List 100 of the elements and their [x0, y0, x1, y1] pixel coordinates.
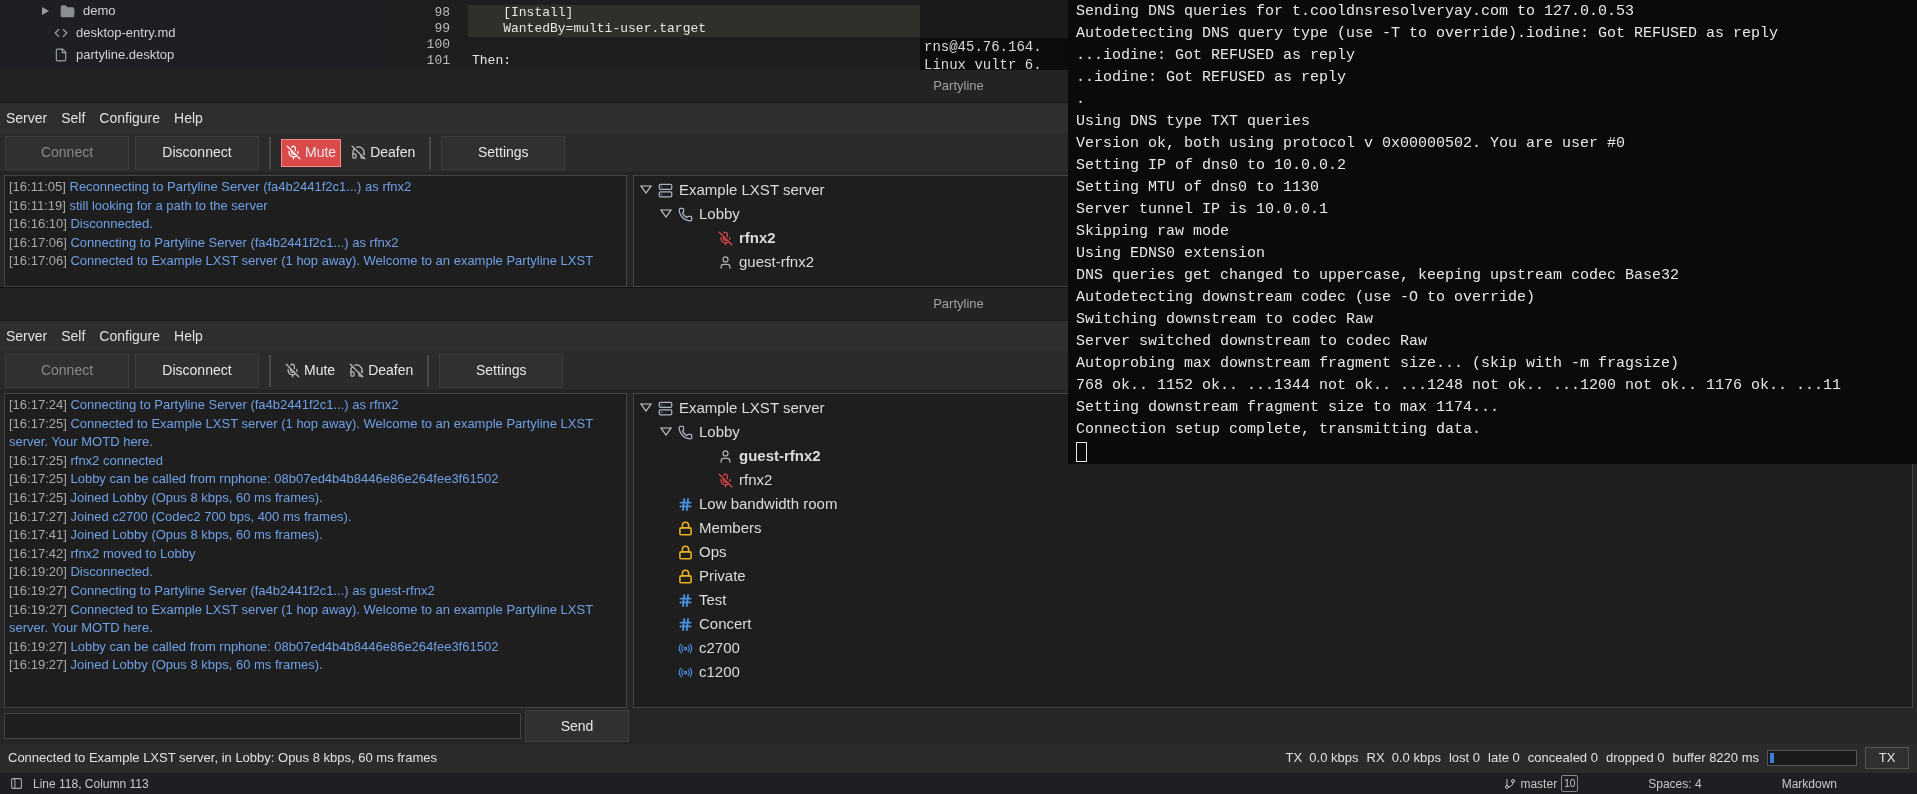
terminal-line: Setting IP of dns0 to 10.0.0.2	[1076, 156, 1348, 176]
tree-item[interactable]: Private	[699, 564, 746, 588]
cursor-position[interactable]: Line 118, Column 113	[33, 774, 1495, 793]
stat-text: late 0	[1488, 749, 1520, 768]
tree-item[interactable]: Ops	[699, 540, 727, 564]
tree-item[interactable]: rfnx2	[739, 468, 773, 492]
language-mode[interactable]: Markdown	[1781, 774, 1837, 793]
terminal-line: Connection setup complete, transmitting data.	[1076, 420, 1483, 440]
collapse-arrow-icon[interactable]	[660, 427, 672, 437]
phone-icon	[678, 206, 693, 222]
collapse-arrow-icon[interactable]	[640, 403, 652, 413]
lock-icon	[678, 568, 693, 584]
stat-text: lost 0	[1448, 749, 1480, 768]
branch-icon	[1504, 777, 1517, 790]
menu-item[interactable]: Server	[6, 107, 48, 129]
log-line: [16:17:41] Joined Lobby (Opus 8 kbps, 60 ms frames).	[9, 526, 324, 545]
log-line: [16:16:10] Disconnected.	[9, 215, 154, 234]
message-input[interactable]	[4, 713, 521, 739]
tree-item[interactable]: rfnx2	[739, 226, 776, 250]
tx-button[interactable]: TX	[1865, 747, 1909, 769]
log-line: [16:19:27] Connected to Example LXST server (1 hop away). Welcome to an example Partyline LXST server. Your MOTD here.	[9, 600, 594, 638]
stat-text: RX 0.0 kbps	[1366, 749, 1441, 768]
menu-item[interactable]: Help	[174, 325, 203, 347]
terminal-line: Using DNS type TXT queries	[1076, 112, 1312, 132]
mute-button[interactable]: Mute	[281, 356, 340, 385]
hash-icon	[678, 592, 693, 608]
terminal-line: Server tunnel IP is 10.0.0.1	[1076, 200, 1330, 220]
file-name[interactable]: demo	[83, 1, 116, 21]
branch-name[interactable]: master	[1520, 774, 1558, 793]
code-line: WantedBy=multi-user.target	[502, 20, 707, 39]
terminal-line: .	[1076, 90, 1086, 110]
muted-mic-icon	[286, 145, 301, 160]
terminal-line: ...iodine: Got REFUSED as reply	[1076, 46, 1357, 66]
indent-setting[interactable]: Spaces: 4	[1648, 774, 1702, 793]
collapse-arrow-icon[interactable]	[660, 209, 672, 219]
menu-item[interactable]: Self	[61, 107, 86, 129]
menu-item[interactable]: Server	[6, 325, 48, 347]
terminal-line: Switching downstream to codec Raw	[1076, 310, 1375, 330]
headphones-off-icon	[349, 363, 365, 378]
tree-item[interactable]: Members	[699, 516, 762, 540]
toolbar-button[interactable]: Settings	[441, 135, 566, 170]
stat-text: TX 0.0 kbps	[1285, 749, 1359, 768]
code-line: Then:	[471, 52, 511, 70]
terminal-line: DNS queries get changed to uppercase, keeping upstream codec Base32	[1076, 266, 1681, 286]
file-name[interactable]: partyline.desktop	[76, 45, 175, 65]
collapse-arrow-icon[interactable]	[640, 185, 652, 195]
toolbar-button[interactable]: Disconnect	[135, 353, 259, 388]
window-title: Partyline	[933, 295, 984, 314]
terminal-line: Linux vultr 6.	[924, 56, 1043, 70]
tree-item[interactable]: c1200	[699, 660, 740, 684]
tree-item[interactable]: Low bandwidth room	[699, 492, 838, 516]
terminal-line: ..iodine: Got REFUSED as reply	[1076, 68, 1348, 88]
tree-item[interactable]: Concert	[699, 612, 752, 636]
tree-item[interactable]: Test	[699, 588, 727, 612]
tree-item[interactable]: Lobby	[699, 202, 740, 226]
server-icon	[658, 182, 673, 198]
count-badge: 10	[1561, 775, 1579, 792]
window-title: Partyline	[933, 77, 984, 96]
code-line: [Install]	[502, 4, 574, 23]
log-line: [16:19:20] Disconnected.	[9, 563, 154, 582]
log-line: [16:19:27] Joined Lobby (Opus 8 kbps, 60 ms frames).	[9, 656, 324, 675]
send-button[interactable]: Send	[525, 710, 629, 742]
terminal-line: Skipping raw mode	[1076, 222, 1231, 242]
menu-item[interactable]: Help	[174, 107, 203, 129]
toolbar-button[interactable]: Settings	[439, 353, 564, 388]
stat-text: dropped 0	[1605, 749, 1665, 768]
headphones-off-icon	[351, 145, 367, 160]
log-line: [16:17:25] Joined Lobby (Opus 8 kbps, 60 ms frames).	[9, 488, 324, 507]
terminal-line: Autoprobing max downstream fragment size... (skip with -m fragsize)	[1076, 354, 1681, 374]
log-line: [16:11:19] still looking for a path to the server	[9, 196, 269, 215]
menu-item[interactable]: Configure	[99, 325, 161, 347]
tree-item[interactable]: guest-rfnx2	[739, 250, 815, 274]
tree-item[interactable]: c2700	[699, 636, 740, 660]
file-name[interactable]: desktop-entry.md	[76, 23, 176, 43]
deafen-button[interactable]: Deafen	[347, 138, 420, 167]
tree-item[interactable]: guest-rfnx2	[739, 444, 821, 468]
log-line: [16:17:42] rfnx2 moved to Lobby	[9, 544, 197, 563]
line-number: 98	[433, 4, 451, 23]
hash-icon	[678, 616, 693, 632]
tree-item[interactable]: Lobby	[699, 420, 740, 444]
stat-text: concealed 0	[1527, 749, 1598, 768]
menu-item[interactable]: Configure	[99, 107, 161, 129]
terminal-line: Server switched downstream to codec Raw	[1076, 332, 1429, 352]
terminal-line: Setting downstream fragment size to max 1174...	[1076, 398, 1501, 418]
log-line: [16:19:27] Lobby can be called from rnphone: 08b07ed4b4b8446e86e264fee3f61502	[9, 637, 500, 656]
log-line: [16:17:25] Connected to Example LXST server (1 hop away). Welcome to an example Partyline LXST server. Your MOTD here.	[9, 414, 594, 452]
sidebar-toggle-icon[interactable]	[10, 777, 23, 790]
log-line: [16:17:25] Lobby can be called from rnphone: 08b07ed4b4b8446e86e264fee3f61502	[9, 470, 500, 489]
log-line: [16:11:05] Reconnecting to Partyline Server (fa4b2441f2c1...) as rfnx2	[9, 178, 413, 196]
deafen-button[interactable]: Deafen	[345, 356, 418, 385]
tree-item[interactable]: Example LXST server	[679, 396, 825, 420]
tree-item[interactable]: Example LXST server	[679, 178, 825, 202]
log-line: [16:17:24] Connecting to Partyline Server (fa4b2441f2c1...) as rfnx2	[9, 396, 400, 414]
terminal-line: 768 ok.. 1152 ok.. ...1344 not ok.. ...1248 not ok.. ...1200 not ok.. 1176 ok.. ...11	[1076, 376, 1843, 396]
menu-item[interactable]: Self	[61, 325, 86, 347]
terminal-line: Version ok, both using protocol v 0x00000502. You are user #0	[1076, 134, 1627, 154]
toolbar-button[interactable]: Disconnect	[135, 135, 259, 170]
folder-icon	[60, 3, 75, 19]
muted-mic-icon	[285, 363, 300, 378]
line-number: 101	[425, 52, 451, 70]
